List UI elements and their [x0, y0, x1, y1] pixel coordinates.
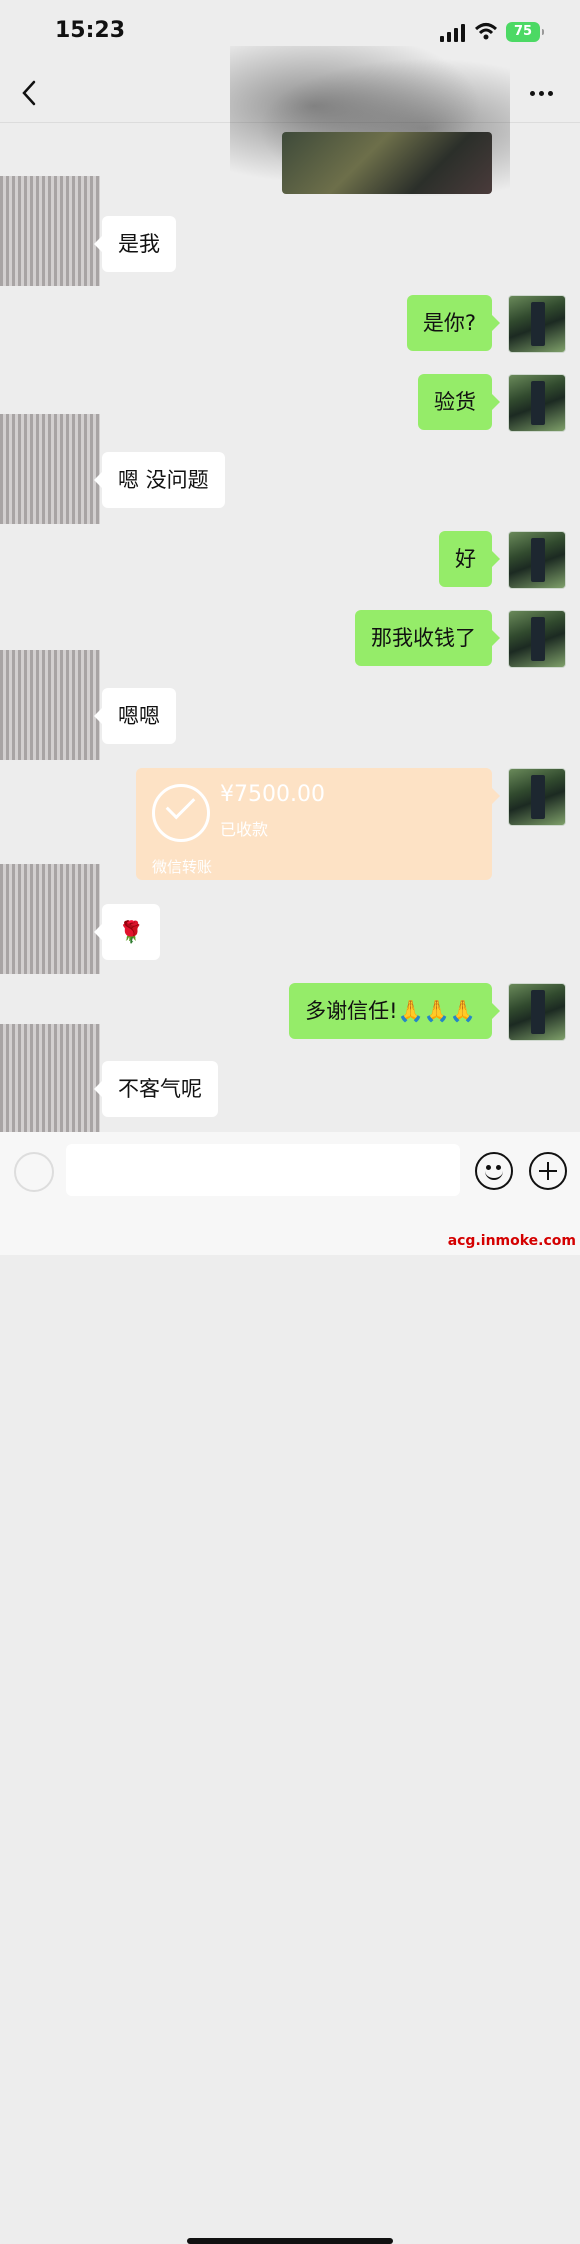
- wifi-icon: [474, 23, 498, 40]
- cellular-signal-icon: [440, 24, 466, 42]
- wechat-transfer-card[interactable]: ¥7500.00 已收款 微信转账: [136, 768, 500, 880]
- contact-avatar[interactable]: [0, 650, 100, 760]
- transfer-amount: ¥7500.00: [220, 782, 325, 807]
- message-bubble[interactable]: 好: [439, 531, 500, 587]
- my-avatar[interactable]: [508, 295, 566, 353]
- checkmark-circle-icon: [152, 784, 210, 842]
- emoji-icon[interactable]: [475, 1152, 513, 1190]
- my-avatar[interactable]: [508, 610, 566, 668]
- more-options-button[interactable]: [522, 80, 562, 106]
- home-indicator: [187, 2238, 393, 2244]
- message-input[interactable]: [66, 1144, 460, 1196]
- message-bubble[interactable]: 嗯嗯: [94, 688, 176, 744]
- message-bubble[interactable]: 多谢信任!🙏🙏🙏: [289, 983, 500, 1039]
- message-bubble[interactable]: 是你?: [406, 295, 501, 351]
- my-avatar[interactable]: [508, 374, 566, 432]
- contact-avatar[interactable]: [0, 1024, 100, 1134]
- message-bubble[interactable]: 🌹: [93, 904, 161, 960]
- battery-indicator: 75: [506, 22, 544, 42]
- contact-avatar[interactable]: [0, 414, 100, 524]
- status-time: 15:23: [55, 18, 126, 43]
- transfer-label: 微信转账: [152, 858, 213, 876]
- contact-avatar[interactable]: [0, 864, 100, 974]
- watermark: acg.inmoke.com: [447, 1233, 576, 1249]
- my-avatar[interactable]: [508, 531, 566, 589]
- voice-icon[interactable]: [14, 1152, 54, 1192]
- chat-history[interactable]: 是我 是你? 验货 嗯 没问题 好 那我收钱了 嗯嗯 ¥7500.00 已收款 …: [0, 122, 580, 1134]
- message-bubble[interactable]: 不客气呢: [94, 1061, 218, 1117]
- message-bubble[interactable]: 那我收钱了: [355, 610, 500, 666]
- message-bubble[interactable]: 嗯 没问题: [94, 452, 225, 508]
- transfer-status: 已收款: [220, 820, 269, 839]
- my-avatar[interactable]: [508, 983, 566, 1041]
- chevron-left-icon[interactable]: [14, 76, 46, 110]
- my-avatar[interactable]: [508, 768, 566, 826]
- contact-avatar[interactable]: [0, 176, 100, 286]
- chat-header: [0, 46, 580, 196]
- message-bubble[interactable]: 是我: [94, 216, 176, 272]
- image-message[interactable]: [282, 132, 492, 194]
- message-bubble[interactable]: 验货: [418, 374, 500, 430]
- input-bar: acg.inmoke.com: [0, 1132, 580, 2244]
- plus-icon[interactable]: [529, 1152, 567, 1190]
